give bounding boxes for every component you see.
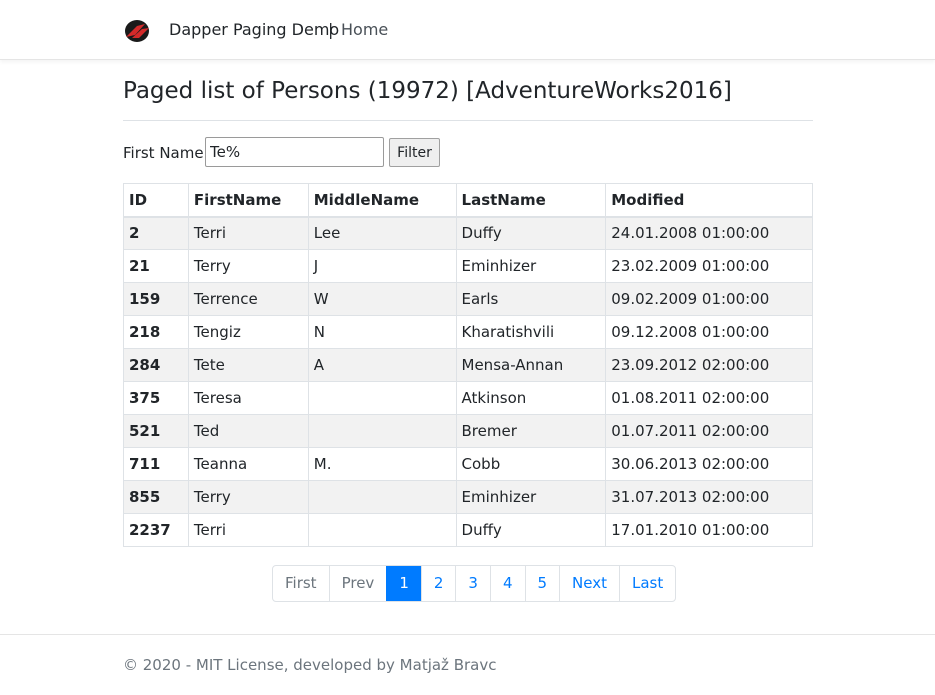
cell-id: 2	[123, 216, 189, 250]
table-row: 21 Terry J Eminhizer 23.02.2009 01:00:00	[123, 249, 813, 283]
cell-modified: 01.07.2011 02:00:00	[605, 414, 813, 448]
cell-firstname: Teresa	[187, 381, 309, 415]
cell-lastname: Eminhizer	[455, 480, 607, 514]
table-row: 284 Tete A Mensa-Annan 23.09.2012 02:00:…	[123, 348, 813, 382]
cell-middlename	[307, 513, 457, 547]
cell-id: 375	[123, 381, 189, 415]
column-header-modified: Modified	[605, 183, 813, 218]
dapper-logo-icon[interactable]	[123, 18, 151, 44]
cell-middlename	[307, 480, 457, 514]
table-row: 2237 Terri Duffy 17.01.2010 01:00:00	[123, 513, 813, 547]
footer-divider	[0, 634, 935, 635]
table-row: 855 Terry Eminhizer 31.07.2013 02:00:00	[123, 480, 813, 514]
cell-middlename: J	[307, 249, 457, 283]
cell-id: 284	[123, 348, 189, 382]
cell-lastname: Atkinson	[455, 381, 607, 415]
cell-id: 218	[123, 315, 189, 349]
cell-middlename: A	[307, 348, 457, 382]
cell-firstname: Tengiz	[187, 315, 309, 349]
cell-modified: 30.06.2013 02:00:00	[605, 447, 813, 481]
cell-lastname: Eminhizer	[455, 249, 607, 283]
cell-id: 855	[123, 480, 189, 514]
table-row: 2 Terri Lee Duffy 24.01.2008 01:00:00	[123, 216, 813, 250]
table-row: 711 Teanna M. Cobb 30.06.2013 02:00:00	[123, 447, 813, 481]
cell-lastname: Bremer	[455, 414, 607, 448]
cell-modified: 01.08.2011 02:00:00	[605, 381, 813, 415]
cell-id: 711	[123, 447, 189, 481]
cell-lastname: Duffy	[455, 513, 607, 547]
cell-middlename	[307, 414, 457, 448]
page-last-button[interactable]: Last	[619, 566, 675, 601]
cell-modified: 09.12.2008 01:00:00	[605, 315, 813, 349]
cell-firstname: Ted	[187, 414, 309, 448]
page-title: Paged list of Persons (19972) [Adventure…	[123, 78, 732, 104]
column-header-id: ID	[123, 183, 189, 218]
cell-firstname: Tete	[187, 348, 309, 382]
page-next-button[interactable]: Next	[559, 566, 619, 601]
cell-modified: 24.01.2008 01:00:00	[605, 216, 813, 250]
cell-modified: 31.07.2013 02:00:00	[605, 480, 813, 514]
filter-label: First Name:	[123, 144, 209, 162]
cell-modified: 23.09.2012 02:00:00	[605, 348, 813, 382]
table-row: 218 Tengiz N Kharatishvili 09.12.2008 01…	[123, 315, 813, 349]
cell-firstname: Teanna	[187, 447, 309, 481]
table-header-row: ID FirstName MiddleName LastName Modifie…	[123, 183, 813, 218]
nav-home-link[interactable]: Home	[341, 20, 388, 39]
footer-text: © 2020 - MIT License, developed by Matja…	[123, 656, 497, 674]
cell-lastname: Kharatishvili	[455, 315, 607, 349]
page-button-1[interactable]: 1	[386, 566, 421, 601]
cell-lastname: Earls	[455, 282, 607, 316]
cell-middlename: M.	[307, 447, 457, 481]
cell-lastname: Cobb	[455, 447, 607, 481]
first-name-filter-input[interactable]	[205, 137, 384, 167]
cell-firstname: Terri	[187, 216, 309, 250]
table-row: 521 Ted Bremer 01.07.2011 02:00:00	[123, 414, 813, 448]
table-row: 159 Terrence W Earls 09.02.2009 01:00:00	[123, 282, 813, 316]
cell-modified: 17.01.2010 01:00:00	[605, 513, 813, 547]
cell-id: 521	[123, 414, 189, 448]
cell-id: 2237	[123, 513, 189, 547]
cell-lastname: Mensa-Annan	[455, 348, 607, 382]
page-first-button: First	[285, 574, 317, 592]
cell-firstname: Terry	[187, 249, 309, 283]
cell-middlename: W	[307, 282, 457, 316]
cell-firstname: Terri	[187, 513, 309, 547]
table-row: 375 Teresa Atkinson 01.08.2011 02:00:00	[123, 381, 813, 415]
column-header-firstname: FirstName	[187, 183, 309, 218]
title-divider	[123, 120, 813, 121]
navbar: Dapper Paging Demo | Home	[0, 0, 935, 60]
cell-middlename	[307, 381, 457, 415]
page-prev-button: Prev	[328, 566, 387, 601]
cell-middlename: N	[307, 315, 457, 349]
column-header-lastname: LastName	[455, 183, 607, 218]
cell-modified: 23.02.2009 01:00:00	[605, 249, 813, 283]
nav-separator: |	[328, 20, 334, 39]
page-button-4[interactable]: 4	[489, 566, 525, 601]
brand-link[interactable]: Dapper Paging Demo	[169, 20, 339, 39]
column-header-middlename: MiddleName	[307, 183, 457, 218]
persons-table: ID FirstName MiddleName LastName Modifie…	[123, 183, 813, 547]
page-button-3[interactable]: 3	[455, 566, 490, 601]
cell-id: 21	[123, 249, 189, 283]
page-button-2[interactable]: 2	[420, 566, 456, 601]
cell-id: 159	[123, 282, 189, 316]
cell-modified: 09.02.2009 01:00:00	[605, 282, 813, 316]
cell-firstname: Terrence	[187, 282, 309, 316]
filter-button[interactable]: Filter	[389, 138, 440, 167]
pagination: First Prev 1 2 3 4 5 Next Last	[272, 565, 677, 602]
cell-lastname: Duffy	[455, 216, 607, 250]
cell-middlename: Lee	[307, 216, 457, 250]
page-button-5[interactable]: 5	[524, 566, 560, 601]
cell-firstname: Terry	[187, 480, 309, 514]
